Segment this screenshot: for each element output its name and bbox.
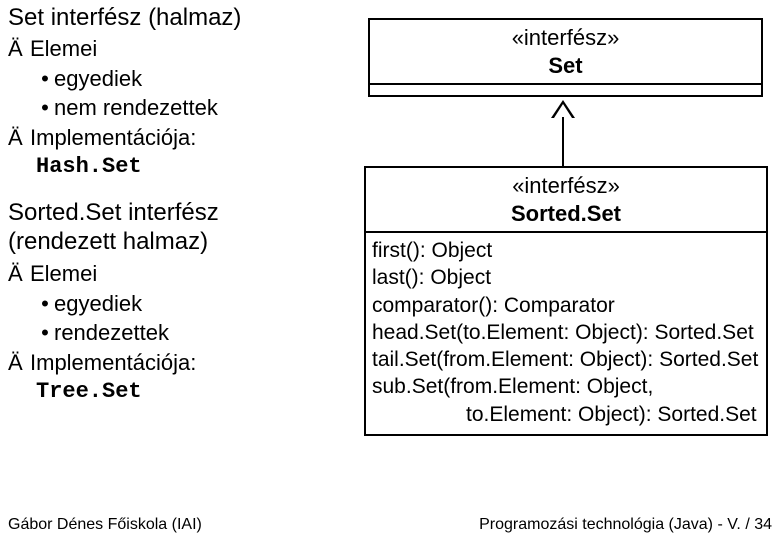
uml-sortedset-methods: first(): Object last(): Object comparato… bbox=[366, 233, 766, 434]
arrow-bullet-icon: Ä bbox=[8, 34, 30, 64]
uml-set-empty-compartment bbox=[370, 85, 761, 95]
label-implementacioja: Implementációja: bbox=[30, 125, 196, 150]
sortedset-title-line2: (rendezett halmaz) bbox=[8, 228, 208, 255]
uml-box-sortedset: «interfész» Sorted.Set first(): Object l… bbox=[364, 166, 768, 436]
set-nemrendezettek-line: •nem rendezettek bbox=[8, 93, 308, 123]
set-impl-line: ÄImplementációja: bbox=[8, 123, 308, 153]
label-egyediek: egyediek bbox=[54, 66, 142, 91]
label-elemei: Elemei bbox=[30, 36, 97, 61]
arrow-bullet-icon: Ä bbox=[8, 348, 30, 378]
uml-set-name-compartment: «interfész» Set bbox=[370, 20, 761, 85]
treeset-code: Tree.Set bbox=[36, 378, 308, 407]
class-name-sortedset: Sorted.Set bbox=[511, 201, 621, 226]
sortedset-title-line1: Sorted.Set interfész bbox=[8, 199, 219, 226]
set-elemei-line: ÄElemei bbox=[8, 34, 308, 64]
dot-bullet-icon: • bbox=[36, 289, 54, 319]
method-comparator: comparator(): Comparator bbox=[372, 292, 760, 319]
dot-bullet-icon: • bbox=[36, 64, 54, 94]
uml-sortedset-name-compartment: «interfész» Sorted.Set bbox=[366, 168, 766, 233]
left-column: Set interfész (halmaz) ÄElemei •egyediek… bbox=[8, 4, 308, 406]
method-first: first(): Object bbox=[372, 237, 760, 264]
set-interface-title: Set interfész (halmaz) bbox=[8, 4, 308, 32]
stereotype-label: «interfész» bbox=[512, 173, 620, 198]
label-implementacioja: Implementációja: bbox=[30, 350, 196, 375]
method-last: last(): Object bbox=[372, 264, 760, 291]
uml-box-set: «interfész» Set bbox=[368, 18, 763, 97]
sortedset-interface-title: Sorted.Set interfész (rendezett halmaz) bbox=[8, 199, 308, 257]
arrow-bullet-icon: Ä bbox=[8, 259, 30, 289]
stereotype-label: «interfész» bbox=[512, 25, 620, 50]
inheritance-line bbox=[562, 117, 564, 166]
label-elemei: Elemei bbox=[30, 261, 97, 286]
arrow-bullet-icon: Ä bbox=[8, 123, 30, 153]
inheritance-arrowhead-fill bbox=[554, 104, 572, 118]
sortedset-impl-line: ÄImplementációja: bbox=[8, 348, 308, 378]
method-tailset: tail.Set(from.Element: Object): Sorted.S… bbox=[372, 346, 760, 373]
sortedset-elemei-line: ÄElemei bbox=[8, 259, 308, 289]
set-egyediek-line: •egyediek bbox=[8, 64, 308, 94]
method-subset-line1: sub.Set(from.Element: Object, bbox=[372, 373, 760, 400]
sortedset-rendezettek-line: •rendezettek bbox=[8, 318, 308, 348]
footer-left: Gábor Dénes Főiskola (IAI) bbox=[8, 516, 202, 534]
footer-right: Programozási technológia (Java) - V. / 3… bbox=[479, 516, 772, 534]
method-headset: head.Set(to.Element: Object): Sorted.Set bbox=[372, 319, 760, 346]
label-rendezettek: rendezettek bbox=[54, 320, 169, 345]
hashset-code: Hash.Set bbox=[36, 153, 308, 182]
label-nem-rendezettek: nem rendezettek bbox=[54, 95, 218, 120]
class-name-set: Set bbox=[548, 53, 582, 78]
footer: Gábor Dénes Főiskola (IAI) Programozási … bbox=[0, 516, 780, 534]
sortedset-egyediek-line: •egyediek bbox=[8, 289, 308, 319]
dot-bullet-icon: • bbox=[36, 93, 54, 123]
dot-bullet-icon: • bbox=[36, 318, 54, 348]
method-subset-line2: to.Element: Object): Sorted.Set bbox=[372, 401, 760, 428]
label-egyediek: egyediek bbox=[54, 291, 142, 316]
